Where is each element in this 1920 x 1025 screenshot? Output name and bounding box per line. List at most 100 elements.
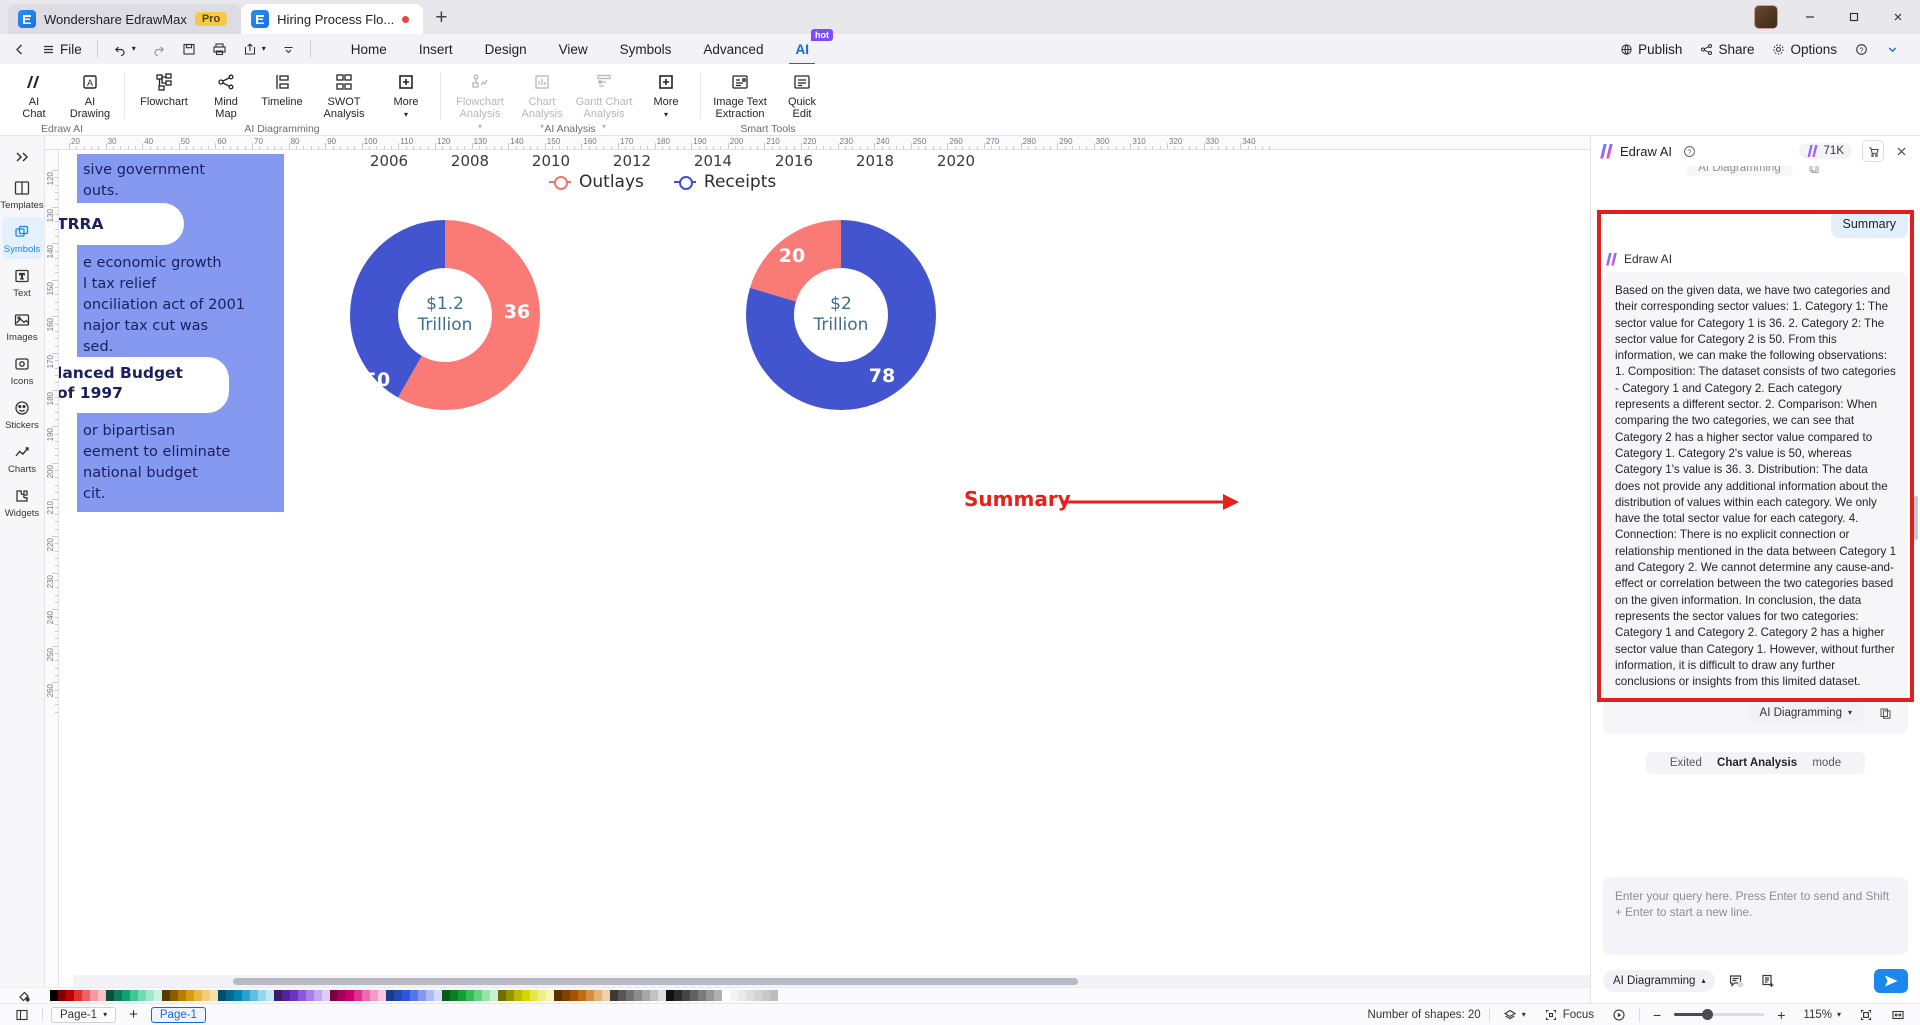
canvas-horizontal-scrollbar[interactable] (73, 975, 1590, 987)
publish-button[interactable]: Publish (1613, 38, 1689, 61)
chevron-down-icon[interactable]: ▾ (602, 123, 606, 131)
color-swatch[interactable] (626, 990, 634, 1001)
color-swatch[interactable] (474, 990, 482, 1001)
color-swatch[interactable] (730, 990, 738, 1001)
help-button[interactable]: ? (1848, 39, 1875, 60)
sidebar-item-symbols[interactable]: Symbols (1, 217, 43, 259)
color-swatch[interactable] (458, 990, 466, 1001)
canvas-scrollbar-thumb[interactable] (233, 978, 1078, 985)
app-tab-home[interactable]: Wondershare EdrawMax Pro (8, 4, 242, 34)
copy-icon[interactable] (1874, 702, 1896, 724)
ai-mode-selector[interactable]: AI Diagramming ▴ (1603, 970, 1716, 992)
file-menu[interactable]: File (35, 38, 89, 61)
ai-query-input[interactable] (1603, 877, 1908, 955)
ai-chat-button[interactable]: AI Chat (6, 68, 62, 123)
color-swatch[interactable] (138, 990, 146, 1001)
color-swatch[interactable] (762, 990, 770, 1001)
color-swatch[interactable] (586, 990, 594, 1001)
color-swatch[interactable] (266, 990, 274, 1001)
color-swatch[interactable] (322, 990, 330, 1001)
color-swatch[interactable] (146, 990, 154, 1001)
color-swatch[interactable] (394, 990, 402, 1001)
color-swatch[interactable] (682, 990, 690, 1001)
color-swatch[interactable] (362, 990, 370, 1001)
color-swatch[interactable] (642, 990, 650, 1001)
color-swatch[interactable] (330, 990, 338, 1001)
color-swatch[interactable] (170, 990, 178, 1001)
color-swatch[interactable] (354, 990, 362, 1001)
close-ai-panel-button[interactable] (1890, 140, 1912, 162)
user-avatar[interactable] (1754, 5, 1778, 29)
pill-label-balanced-budget[interactable]: lanced Budget of 1997 (59, 357, 229, 413)
color-swatch[interactable] (698, 990, 706, 1001)
back-button[interactable] (6, 39, 33, 60)
color-swatch[interactable] (258, 990, 266, 1001)
color-swatch[interactable] (242, 990, 250, 1001)
expand-rail-button[interactable] (2, 142, 43, 171)
color-swatch[interactable] (754, 990, 762, 1001)
previous-copy-icon[interactable] (1803, 166, 1825, 176)
color-swatch[interactable] (370, 990, 378, 1001)
document-tab[interactable]: Hiring Process Flo... (241, 4, 424, 34)
color-swatch[interactable] (466, 990, 474, 1001)
color-swatch[interactable] (546, 990, 554, 1001)
token-balance[interactable]: 71K (1798, 143, 1852, 159)
zoom-slider-handle[interactable] (1702, 1009, 1714, 1020)
minimize-button[interactable] (1788, 0, 1832, 34)
sidebar-item-widgets[interactable]: Widgets (2, 481, 43, 523)
fit-page-button[interactable] (1854, 1007, 1878, 1023)
color-swatch[interactable] (434, 990, 442, 1001)
chevron-down-icon[interactable]: ▾ (1848, 709, 1852, 717)
document-page[interactable]: sive government outs. TRRA e economic gr… (59, 150, 1590, 987)
color-swatch[interactable] (234, 990, 242, 1001)
color-swatch[interactable] (530, 990, 538, 1001)
layers-button[interactable]: ▾ (1498, 1007, 1531, 1023)
color-swatch[interactable] (594, 990, 602, 1001)
color-swatch[interactable] (482, 990, 490, 1001)
color-swatch[interactable] (82, 990, 90, 1001)
page-tab-current[interactable]: Page-1 (150, 1006, 206, 1023)
tab-view[interactable]: View (545, 38, 602, 61)
export-caret-icon[interactable]: ▾ (262, 45, 266, 53)
presentation-button[interactable] (1607, 1007, 1631, 1023)
print-button[interactable] (205, 38, 234, 60)
color-swatch[interactable] (314, 990, 322, 1001)
quick-edit-button[interactable]: Quick Edit (774, 68, 830, 123)
vertical-ruler[interactable]: 120 130 140 150 160 170 180 190 200 210 220 230 240 2… (45, 150, 59, 987)
color-swatch[interactable] (650, 990, 658, 1001)
add-page-button[interactable]: + (124, 1005, 143, 1024)
mind-map-button[interactable]: Mind Map (198, 68, 254, 123)
color-swatch[interactable] (178, 990, 186, 1001)
color-swatch[interactable] (442, 990, 450, 1001)
ai-analysis-more-button[interactable]: More ▾ (638, 68, 694, 122)
color-swatch[interactable] (282, 990, 290, 1001)
tab-ai[interactable]: AI hot (781, 28, 833, 65)
color-swatch[interactable] (714, 990, 722, 1001)
color-swatch[interactable] (746, 990, 754, 1001)
color-swatch[interactable] (274, 990, 282, 1001)
color-swatch[interactable] (186, 990, 194, 1001)
color-swatch[interactable] (610, 990, 618, 1001)
horizontal-ruler[interactable]: 20 30 40 50 60 70 80 90 100 110 120 130 140 150 160 170… (45, 136, 1590, 150)
color-swatch[interactable] (570, 990, 578, 1001)
color-swatch[interactable] (98, 990, 106, 1001)
color-swatch[interactable] (506, 990, 514, 1001)
color-swatch[interactable] (130, 990, 138, 1001)
tab-design[interactable]: Design (471, 38, 541, 61)
color-swatch[interactable] (386, 990, 394, 1001)
ai-conversation-scroll[interactable]: AI Diagramming Summary Edraw AI Based on… (1591, 166, 1920, 869)
color-swatch[interactable] (298, 990, 306, 1001)
tab-advanced[interactable]: Advanced (689, 38, 777, 61)
color-swatch[interactable] (162, 990, 170, 1001)
color-swatch[interactable] (74, 990, 82, 1001)
color-swatch[interactable] (218, 990, 226, 1001)
color-swatch[interactable] (514, 990, 522, 1001)
export-button[interactable]: ▾ (236, 38, 273, 60)
color-swatch[interactable] (498, 990, 506, 1001)
chevron-down-icon[interactable]: ▾ (1522, 1010, 1526, 1019)
chevron-down-icon[interactable]: ▾ (103, 1010, 107, 1019)
tab-symbols[interactable]: Symbols (606, 38, 686, 61)
color-swatch[interactable] (450, 990, 458, 1001)
send-button[interactable] (1874, 969, 1908, 993)
flowchart-analysis-button[interactable]: Flowchart Analysis ▾ (446, 68, 514, 134)
